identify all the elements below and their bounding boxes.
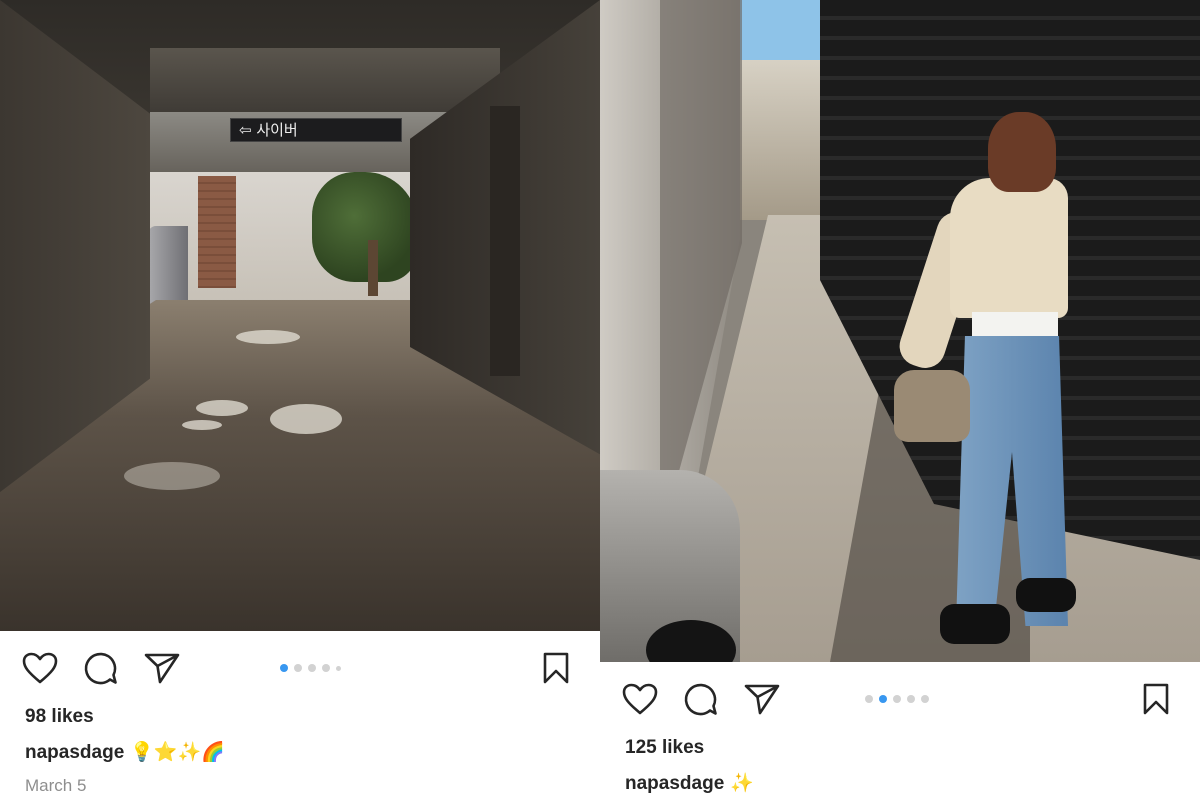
share-button[interactable]	[142, 650, 182, 686]
heart-icon	[22, 652, 58, 684]
carousel-dot	[280, 664, 288, 672]
carousel-dot	[308, 664, 316, 672]
bookmark-icon	[1143, 683, 1169, 715]
carousel-dot	[893, 695, 901, 703]
username-link[interactable]: napasdage	[25, 742, 124, 763]
distant-buildings	[736, 60, 826, 220]
carousel-dot	[907, 695, 915, 703]
save-button[interactable]	[536, 650, 576, 686]
comment-icon	[684, 683, 717, 716]
tote-bag	[894, 370, 970, 442]
post-caption: napasdage 💡⭐✨🌈	[25, 740, 225, 764]
username-link[interactable]: napasdage	[625, 773, 724, 794]
caption-text: 💡⭐✨🌈	[130, 741, 225, 763]
post-caption: napasdage ✨	[625, 771, 754, 795]
caption-text: ✨	[730, 772, 754, 794]
post-2-photo[interactable]	[600, 0, 1200, 662]
like-button[interactable]	[620, 681, 660, 717]
comment-button[interactable]	[81, 650, 121, 686]
underground-passage-image: ⇦ 사이버	[0, 0, 600, 631]
carousel-dot	[336, 665, 341, 671]
save-button[interactable]	[1136, 681, 1176, 717]
carousel-indicator	[865, 695, 929, 703]
post-date: March 5	[25, 776, 87, 795]
like-count[interactable]: 125 likes	[625, 737, 704, 759]
like-button[interactable]	[20, 650, 60, 686]
carousel-dot	[879, 695, 887, 703]
carousel-indicator	[280, 664, 341, 672]
carousel-dot	[322, 664, 330, 672]
carousel-dot	[921, 695, 929, 703]
tunnel-sign: ⇦ 사이버	[230, 118, 402, 142]
share-icon	[144, 653, 180, 684]
post-1-action-bar	[0, 640, 600, 696]
share-icon	[744, 684, 780, 715]
like-count[interactable]: 98 likes	[25, 706, 94, 728]
heart-icon	[622, 683, 658, 715]
alley-image	[600, 0, 1200, 662]
carousel-dot	[865, 695, 873, 703]
post-1-photo[interactable]: ⇦ 사이버	[0, 0, 600, 631]
post-1: ⇦ 사이버 98 likes napasdage 💡⭐✨🌈 March 5	[0, 0, 600, 800]
bookmark-icon	[543, 652, 569, 684]
post-2: 125 likes napasdage ✨	[600, 0, 1200, 800]
comment-button[interactable]	[681, 681, 721, 717]
carousel-dot	[294, 664, 302, 672]
share-button[interactable]	[742, 681, 782, 717]
post-2-action-bar	[600, 671, 1200, 727]
comment-icon	[84, 652, 117, 685]
